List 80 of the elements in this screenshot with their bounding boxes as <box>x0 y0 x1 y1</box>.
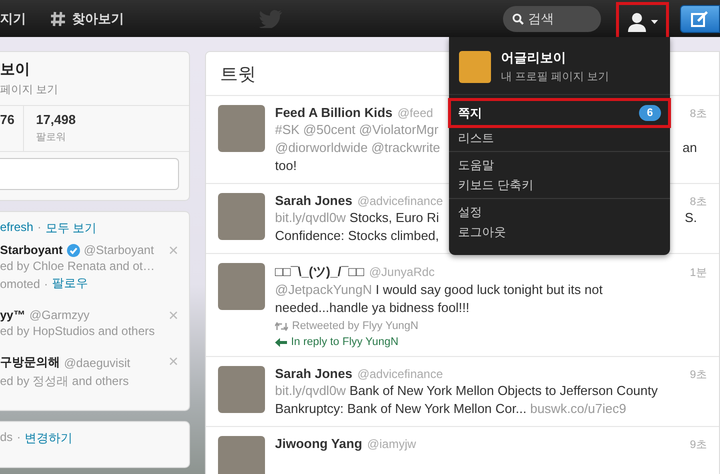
followed-by-text: ed by 정성래 and others <box>0 373 129 390</box>
caret-icon <box>651 20 658 24</box>
avatar-photo-placeholder[interactable] <box>218 366 265 413</box>
nav-link[interactable]: 찾아보기 <box>50 10 124 28</box>
suggested-user-handle: @Garmzyy <box>29 308 90 322</box>
dropdown-menu-item[interactable]: 키보드 단축키 <box>448 175 671 195</box>
tweet-author-name[interactable]: Jiwoong Yang <box>275 436 362 451</box>
person-icon <box>627 12 647 32</box>
separator-dot: · <box>44 276 48 290</box>
avatar-photo-placeholder[interactable] <box>218 105 265 152</box>
tweet-text-fragment: S. <box>684 209 698 227</box>
bird-logo[interactable] <box>258 10 282 28</box>
search-field[interactable]: 검색 <box>503 6 601 32</box>
tweet-author-handle[interactable]: @JunyaRdc <box>369 265 685 279</box>
suggested-user-name[interactable]: yy™ <box>0 308 26 322</box>
suggested-user-name[interactable]: Starboyant <box>0 243 63 257</box>
search-icon <box>512 12 524 24</box>
in-reply-to-link[interactable]: In reply to Flyy YungN <box>275 336 707 348</box>
tweet-link[interactable]: buswk.co/u7iec9 <box>530 401 626 416</box>
dropdown-menu-item[interactable]: 도움말 <box>448 155 671 175</box>
tweet-author-name[interactable]: Feed A Billion Kids <box>275 105 392 120</box>
compose-button[interactable] <box>680 4 720 32</box>
tweet-text: I would say good luck tonight but its not <box>376 282 603 297</box>
tweet-text: Confidence: Stocks climbed, <box>275 228 440 243</box>
tweet-author-name[interactable]: Sarah Jones <box>275 193 352 208</box>
tweet-author-handle[interactable]: @advicefinance <box>357 367 685 381</box>
tweet-time[interactable]: 9초 <box>690 437 707 452</box>
dropdown-menu-item[interactable]: 설정 <box>448 202 671 222</box>
separator-dot: · <box>16 430 21 446</box>
count-badge: 6 <box>638 105 661 121</box>
compose-tweet-field[interactable] <box>0 158 179 190</box>
suggested-user-handle: @daeguvisit <box>64 356 130 370</box>
nav-link[interactable]: 지기 <box>0 10 26 28</box>
tweet-text: needed...handle ya bidness fool!!! <box>275 300 470 315</box>
avatar-photo-placeholder[interactable] <box>218 436 265 474</box>
suggestion-action-link[interactable]: efresh <box>0 220 34 237</box>
tweet-time[interactable]: 1분 <box>690 265 707 280</box>
stat-label: 팔로워 <box>36 131 67 144</box>
tweet-link[interactable]: bit.ly/qvdl0w <box>275 383 346 398</box>
tweet-link[interactable]: @diorworldwide @trackwrite <box>275 140 440 155</box>
tweet-time[interactable]: 8초 <box>690 194 707 209</box>
tweet-text: Stocks, Euro Ri <box>349 210 440 225</box>
avatar-photo-placeholder[interactable] <box>218 193 265 240</box>
followed-by-text: ed by HopStudios and others <box>0 324 155 338</box>
change-link[interactable]: 변경하기 <box>24 430 73 447</box>
tweet-text-fragment: an <box>682 139 698 157</box>
dropdown-menu-item[interactable]: 로그아웃 <box>448 222 671 242</box>
tweet-text: Bankruptcy: Bank of New York Mellon Cor... <box>275 401 526 416</box>
profile-link[interactable]: 페이지 보기 <box>0 82 179 97</box>
tweet-link[interactable]: bit.ly/qvdl0w <box>275 210 346 225</box>
profile-name[interactable]: 보이 <box>0 60 179 79</box>
avatar-photo-placeholder[interactable] <box>218 263 265 310</box>
suggested-user-handle: @Starboyant <box>84 243 154 257</box>
avatar-picture-placeholder <box>459 50 491 82</box>
retweet-icon <box>275 322 288 330</box>
hash-icon <box>50 10 66 26</box>
tweet-author-name[interactable]: Sarah Jones <box>275 366 352 381</box>
tweet-time[interactable]: 8초 <box>690 106 707 121</box>
pencil-icon <box>691 10 709 26</box>
tweet-author-handle[interactable]: @iamyjw <box>367 437 685 451</box>
dropdown-menu-item[interactable]: 쪽지 6 <box>448 98 671 128</box>
tweet-link[interactable]: #SK @50cent @ViolatorMgr <box>275 122 438 137</box>
tweet-text: Bank of New York Mellon Objects to Jefferson County <box>349 383 658 398</box>
trends-label: ds <box>0 430 13 446</box>
tweet-link[interactable]: @JetpackYungN <box>275 282 372 297</box>
reply-arrow-icon <box>275 338 287 346</box>
suggestion-action-link[interactable]: 모두 보기 <box>45 220 97 237</box>
tweet-author-name[interactable]: □□¯\_(ツ)_/¯□□ <box>275 263 364 281</box>
suggested-user-name[interactable]: 구방문의해 <box>0 354 60 371</box>
timeline-title: 트윗 <box>220 62 256 86</box>
retweeted-by-text: Retweeted by Flyy YungN <box>292 320 418 332</box>
dropdown-profile-link[interactable]: 어글리보이 내 프로필 페이지 보기 <box>449 45 670 95</box>
dropdown-menu-item[interactable]: 리스트 <box>448 128 671 148</box>
separator-dot: · <box>37 220 42 236</box>
followed-by-text: ed by Chloe Renata and ot… <box>0 259 155 273</box>
promoted-label: omoted <box>0 276 40 290</box>
tweet-time[interactable]: 9초 <box>690 367 707 382</box>
stat-value[interactable]: 17,498 <box>36 112 76 127</box>
follow-link[interactable]: 팔로우 <box>52 275 88 292</box>
tweet-text: too! <box>275 158 297 173</box>
